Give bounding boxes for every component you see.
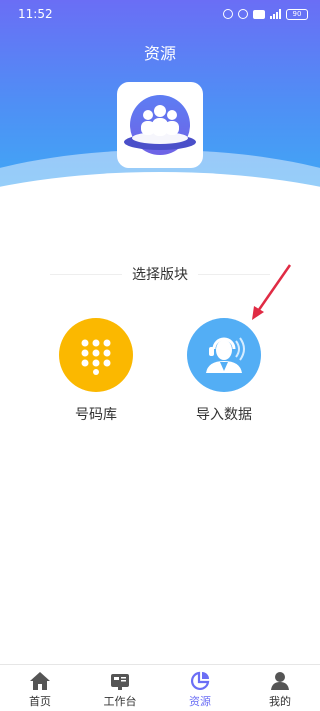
workbench-icon [111,674,129,690]
red-arrow-annotation [252,264,292,320]
bottom-tab-bar: 首页 工作台 资源 我的 [0,664,320,711]
battery-icon: 90 [286,8,308,20]
notification-icon [238,9,248,19]
section-heading: 选择版块 [50,264,270,284]
customer-service-icon [206,337,245,373]
module-icon-circle[interactable] [187,318,261,392]
tab-profile[interactable]: 我的 [240,665,320,711]
tab-workbench[interactable]: 工作台 [80,665,160,711]
status-time: 11:52 [18,7,53,21]
resource-icon [190,671,210,691]
hd-icon [253,9,265,19]
page-title: 资源 [143,44,176,63]
home-icon [30,672,50,690]
signal-icon [270,9,281,19]
team-logo-icon [124,95,196,155]
tab-label: 工作台 [103,695,137,708]
tab-resources[interactable]: 资源 [160,665,240,711]
app-logo [117,82,203,168]
divider-left [50,273,122,275]
module-label[interactable]: 号码库 [51,404,141,424]
profile-icon [271,672,289,690]
module-import-data[interactable]: 导入数据 [179,318,269,424]
tab-label: 资源 [189,695,211,708]
alarm-icon [223,9,233,19]
module-icon-circle[interactable] [59,318,133,392]
section-title: 选择版块 [132,267,188,283]
tab-label: 首页 [29,695,51,708]
tab-label: 我的 [269,695,291,708]
status-bar: 11:52 90 [0,0,320,28]
module-label[interactable]: 导入数据 [179,404,269,424]
module-number-library[interactable]: 号码库 [51,318,141,424]
app-name: 电销客源系统 [118,180,202,196]
tab-home[interactable]: 首页 [0,665,80,711]
status-icons: 90 [223,8,308,20]
dialpad-icon [81,339,111,375]
